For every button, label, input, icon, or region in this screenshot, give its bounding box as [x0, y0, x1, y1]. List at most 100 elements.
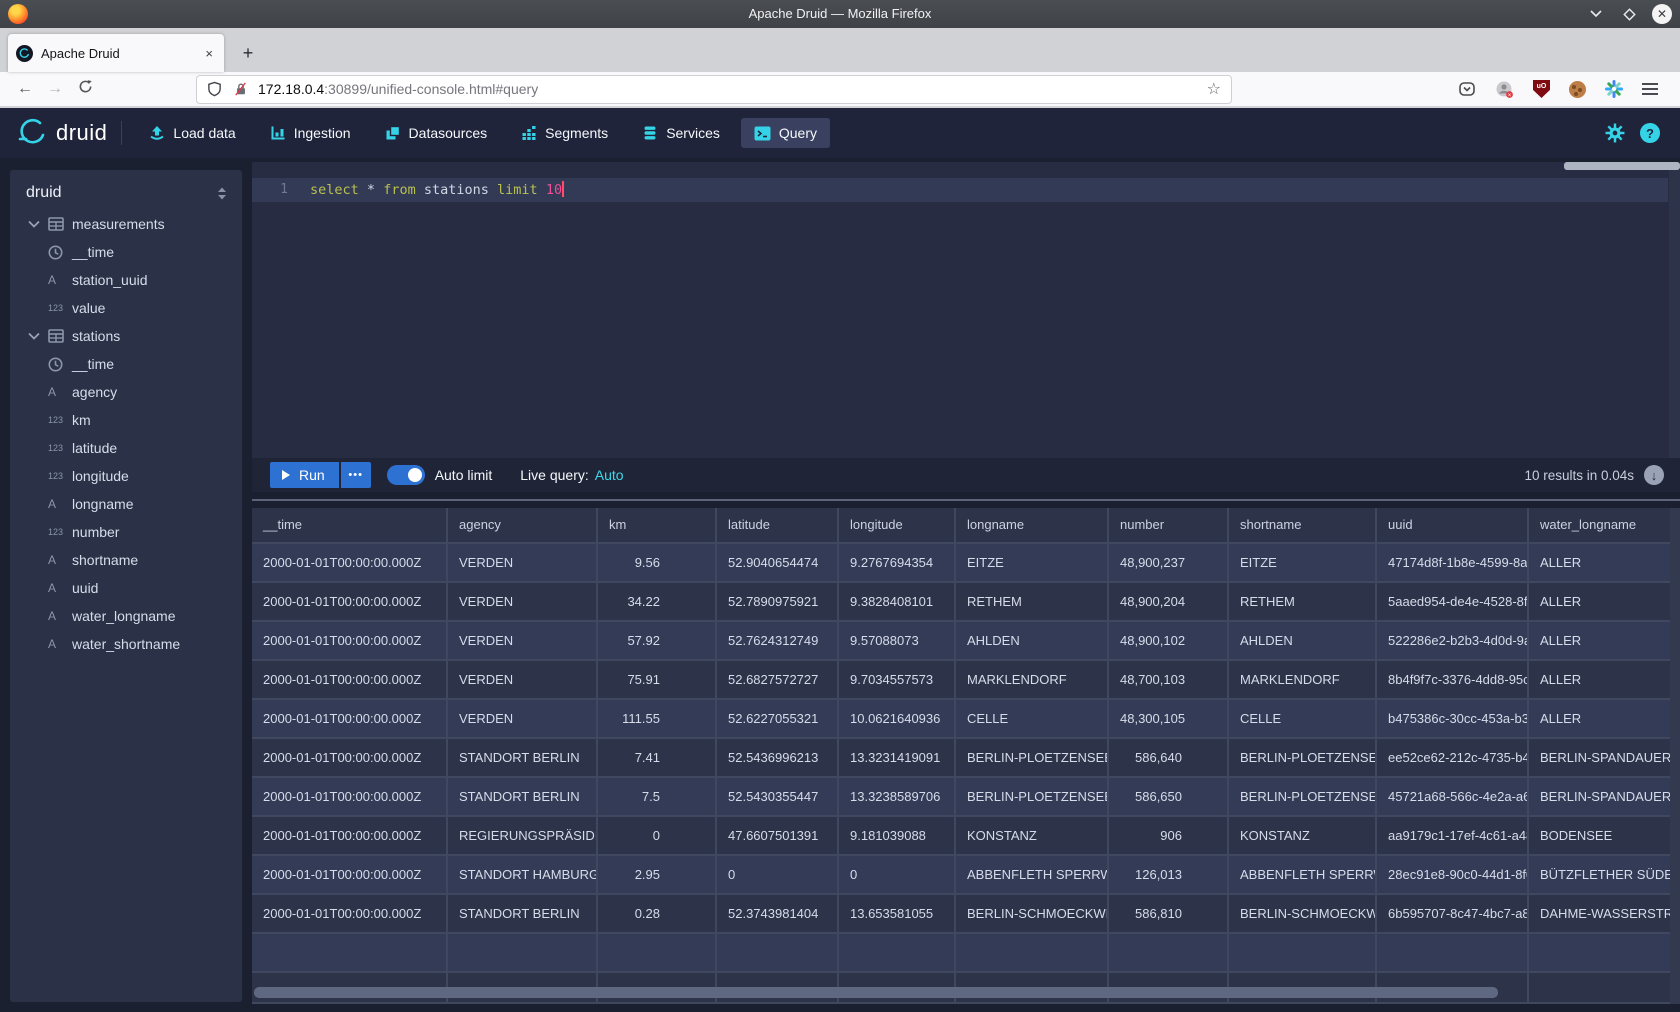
- column-header-uuid[interactable]: uuid: [1377, 508, 1529, 544]
- cell-__time[interactable]: 2000-01-01T00:00:00.000Z: [252, 700, 448, 739]
- sidebar-column-uuid[interactable]: Auuid: [10, 574, 242, 602]
- cell-km[interactable]: 0.28: [598, 895, 717, 934]
- table-vertical-scrollbar[interactable]: [1670, 508, 1680, 1004]
- back-icon[interactable]: ←: [10, 80, 40, 98]
- nav-item-query[interactable]: Query: [741, 118, 830, 148]
- cell-number[interactable]: 48,900,237: [1109, 544, 1229, 583]
- column-header-km[interactable]: km: [598, 508, 717, 544]
- gear-icon[interactable]: [1605, 123, 1625, 143]
- sidebar-column-__time[interactable]: __time: [10, 350, 242, 378]
- cell-uuid[interactable]: 45721a68-566c-4e2a-a6: [1377, 778, 1529, 817]
- cell-longname[interactable]: AHLDEN: [956, 622, 1109, 661]
- sidebar-column-__time[interactable]: __time: [10, 238, 242, 266]
- live-query-value[interactable]: Auto: [595, 467, 624, 483]
- menu-icon[interactable]: [1642, 83, 1658, 95]
- cell-number[interactable]: 586,650: [1109, 778, 1229, 817]
- druid-logo[interactable]: druid: [16, 118, 107, 148]
- cell-longname[interactable]: ABBENFLETH SPERRWEI: [956, 856, 1109, 895]
- sidebar-column-shortname[interactable]: Ashortname: [10, 546, 242, 574]
- sidebar-column-latitude[interactable]: 123latitude: [10, 434, 242, 462]
- cell-longitude[interactable]: 10.0621640936: [839, 700, 956, 739]
- column-header-agency[interactable]: agency: [448, 508, 598, 544]
- cell-water_longname[interactable]: ALLER: [1529, 583, 1670, 622]
- cell-agency[interactable]: VERDEN: [448, 583, 598, 622]
- cell-longname[interactable]: CELLE: [956, 700, 1109, 739]
- cell-km[interactable]: 111.55: [598, 700, 717, 739]
- cell-longitude[interactable]: 0: [839, 856, 956, 895]
- nav-item-services[interactable]: Services: [629, 118, 733, 148]
- download-icon[interactable]: ↓: [1644, 465, 1664, 485]
- cell-longitude[interactable]: 9.181039088: [839, 817, 956, 856]
- cell-__time[interactable]: 2000-01-01T00:00:00.000Z: [252, 895, 448, 934]
- sidebar-column-km[interactable]: 123km: [10, 406, 242, 434]
- cell-latitude[interactable]: 0: [717, 856, 839, 895]
- column-header-longitude[interactable]: longitude: [839, 508, 956, 544]
- cell-km[interactable]: 7.5: [598, 778, 717, 817]
- cell-__time[interactable]: 2000-01-01T00:00:00.000Z: [252, 661, 448, 700]
- cell-latitude[interactable]: 47.6607501391: [717, 817, 839, 856]
- nav-item-load-data[interactable]: Load data: [136, 118, 248, 148]
- cell-water_longname[interactable]: ALLER: [1529, 661, 1670, 700]
- cell-number[interactable]: 48,900,102: [1109, 622, 1229, 661]
- account-icon[interactable]: ×: [1495, 80, 1514, 99]
- cell-agency[interactable]: REGIERUNGSPRÄSIDIUM: [448, 817, 598, 856]
- sidebar-column-water_longname[interactable]: Awater_longname: [10, 602, 242, 630]
- new-tab-button[interactable]: +: [234, 39, 262, 67]
- cell-latitude[interactable]: 52.6827572727: [717, 661, 839, 700]
- extension-icon[interactable]: [1605, 80, 1623, 98]
- cell-longitude[interactable]: 9.7034557573: [839, 661, 956, 700]
- sidebar-column-longname[interactable]: Alongname: [10, 490, 242, 518]
- cell-longitude[interactable]: 9.2767694354: [839, 544, 956, 583]
- cell-shortname[interactable]: BERLIN-SCHMOECKWITZ: [1229, 895, 1377, 934]
- cell-longname[interactable]: BERLIN-PLOETZENSEE U: [956, 778, 1109, 817]
- cell-latitude[interactable]: 52.7624312749: [717, 622, 839, 661]
- sidebar-column-agency[interactable]: Aagency: [10, 378, 242, 406]
- sidebar-column-water_shortname[interactable]: Awater_shortname: [10, 630, 242, 658]
- help-icon[interactable]: ?: [1640, 123, 1660, 143]
- auto-limit-toggle[interactable]: [387, 465, 425, 485]
- cell-agency[interactable]: VERDEN: [448, 544, 598, 583]
- cell-__time[interactable]: 2000-01-01T00:00:00.000Z: [252, 583, 448, 622]
- cell-longname[interactable]: MARKLENDORF: [956, 661, 1109, 700]
- close-icon[interactable]: ✕: [1652, 4, 1672, 24]
- maximize-icon[interactable]: [1619, 4, 1639, 24]
- sidebar-column-value[interactable]: 123value: [10, 294, 242, 322]
- cell-agency[interactable]: STANDORT BERLIN: [448, 739, 598, 778]
- cell-longname[interactable]: KONSTANZ: [956, 817, 1109, 856]
- editor-scrollbar[interactable]: [1564, 162, 1680, 170]
- star-icon[interactable]: ☆: [1207, 79, 1221, 99]
- column-header-number[interactable]: number: [1109, 508, 1229, 544]
- sidebar-table-measurements[interactable]: measurements: [10, 210, 242, 238]
- cell-shortname[interactable]: EITZE: [1229, 544, 1377, 583]
- chevron-down-icon[interactable]: [28, 220, 42, 228]
- cell-shortname[interactable]: MARKLENDORF: [1229, 661, 1377, 700]
- cell-number[interactable]: 48,300,105: [1109, 700, 1229, 739]
- chevron-down-icon[interactable]: [28, 332, 42, 340]
- cell-longitude[interactable]: 9.57088073: [839, 622, 956, 661]
- column-header-__time[interactable]: __time: [252, 508, 448, 544]
- query-editor[interactable]: 1 select * from stations limit 10: [252, 162, 1680, 458]
- cell-longitude[interactable]: 13.3231419091: [839, 739, 956, 778]
- cell-__time[interactable]: 2000-01-01T00:00:00.000Z: [252, 817, 448, 856]
- cell-number[interactable]: 48,900,204: [1109, 583, 1229, 622]
- sidebar-table-stations[interactable]: stations: [10, 322, 242, 350]
- cell-number[interactable]: 586,640: [1109, 739, 1229, 778]
- cell-number[interactable]: 906: [1109, 817, 1229, 856]
- cell-km[interactable]: 34.22: [598, 583, 717, 622]
- tab-apache-druid[interactable]: Apache Druid ×: [8, 34, 224, 72]
- cell-latitude[interactable]: 52.6227055321: [717, 700, 839, 739]
- cell-uuid[interactable]: aa9179c1-17ef-4c61-a48: [1377, 817, 1529, 856]
- run-button[interactable]: Run: [270, 462, 339, 488]
- cell-uuid[interactable]: ee52ce62-212c-4735-b4: [1377, 739, 1529, 778]
- shield-icon[interactable]: [207, 81, 222, 97]
- cell-latitude[interactable]: 52.5436996213: [717, 739, 839, 778]
- cell-shortname[interactable]: BERLIN-PLOETZENSEE U: [1229, 778, 1377, 817]
- cell-uuid[interactable]: 47174d8f-1b8e-4599-8a: [1377, 544, 1529, 583]
- cell-km[interactable]: 57.92: [598, 622, 717, 661]
- cell-km[interactable]: 9.56: [598, 544, 717, 583]
- cell-uuid[interactable]: 5aaed954-de4e-4528-8f: [1377, 583, 1529, 622]
- column-header-water_longname[interactable]: water_longname: [1529, 508, 1670, 544]
- cell-agency[interactable]: STANDORT BERLIN: [448, 778, 598, 817]
- cell-shortname[interactable]: BERLIN-PLOETZENSEE C: [1229, 739, 1377, 778]
- cookie-icon[interactable]: [1569, 81, 1586, 98]
